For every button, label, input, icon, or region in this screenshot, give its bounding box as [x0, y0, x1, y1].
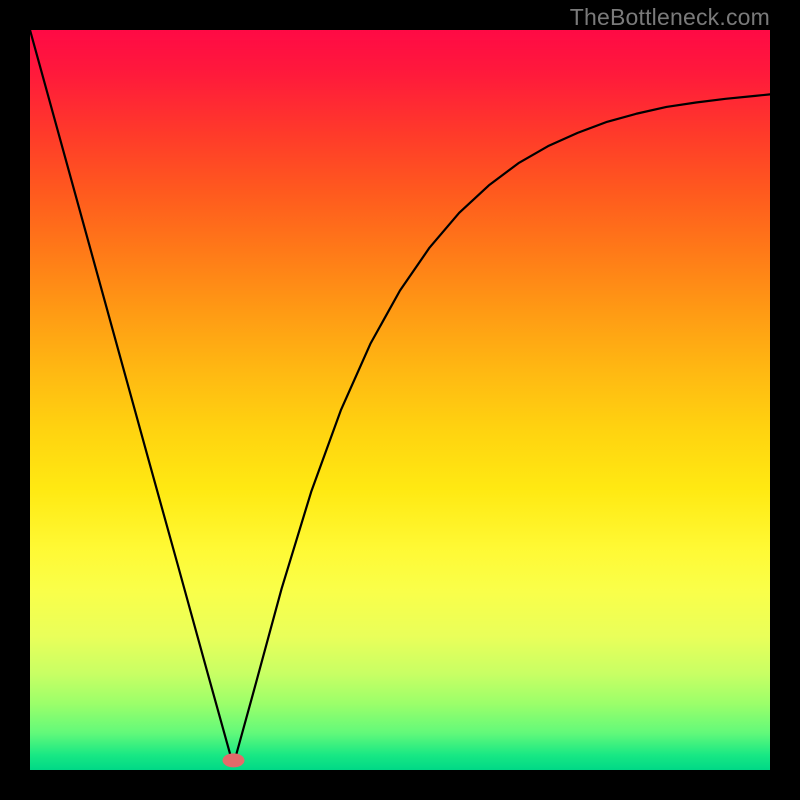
optimal-point-marker: [223, 753, 245, 767]
watermark-text: TheBottleneck.com: [570, 4, 770, 31]
chart-frame: TheBottleneck.com: [0, 0, 800, 800]
bottleneck-curve: [30, 30, 770, 762]
chart-svg: [30, 30, 770, 770]
